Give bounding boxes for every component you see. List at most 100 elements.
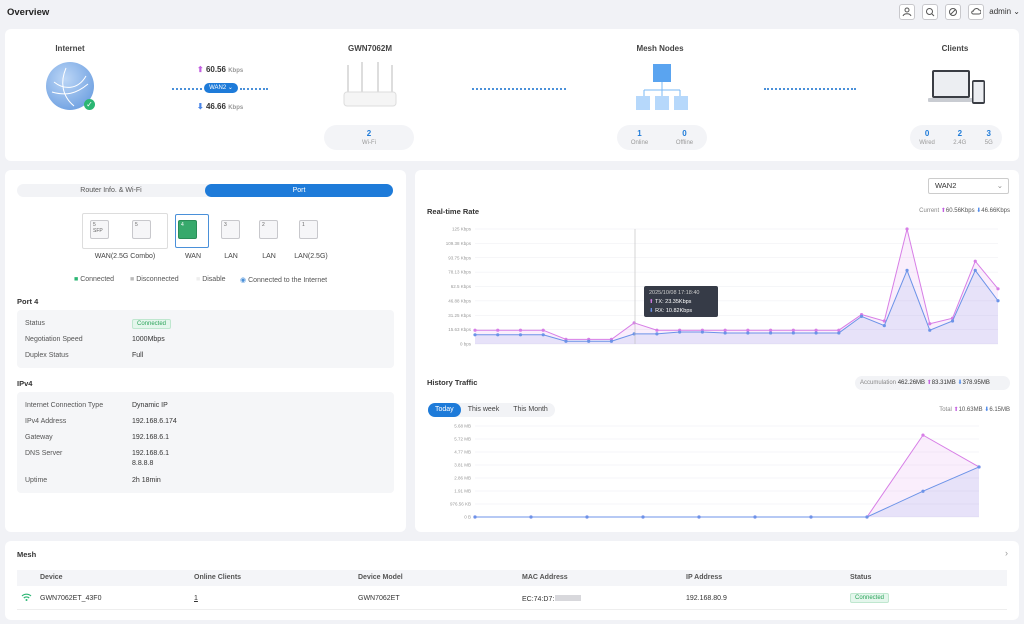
rt-tooltip: 2025/10/08 17:18:40 ⬆ TX: 23.35Kbps ⬇ RX… [644,286,718,317]
tooltip-rx-icon: ⬇ [649,308,654,314]
rt-point-tx [791,328,795,332]
internet-label: Internet [55,44,85,53]
tab-router-info[interactable]: Router Info. & Wi-Fi [17,184,205,197]
gateway-value: 192.168.6.1 [132,434,169,441]
rt-point-rx [609,339,614,343]
chevron-down-icon: ⌄ [996,181,1003,190]
row-status: Connected [850,593,890,603]
stat-5g[interactable]: 3 5G [985,129,993,146]
rt-point-tx [541,328,545,332]
period-week[interactable]: This week [461,403,507,417]
legend-internet: ◉ Connected to the Internet [240,276,327,284]
offline-count: 0 [682,129,687,138]
download-rate: ⬇ 46.66 Kbps [197,102,243,111]
hist-ytick: 2.86 MB [454,476,471,481]
port-5-sfp[interactable]: 5 SFP [90,220,109,239]
hist-point-download [529,515,533,519]
wan-select-value: WAN2 [209,85,227,91]
col-ip: IP Address [686,574,723,581]
row-clients[interactable]: 1 [194,595,198,602]
port-3-id: 3 [224,222,227,228]
legend-disable-label: Disable [202,276,226,283]
stat-wifi[interactable]: 2 Wi-Fi [362,129,376,146]
port-label-lan-2: LAN [262,253,276,260]
stat-wired[interactable]: 0 Wired [919,129,935,146]
rt-point-rx [678,330,682,334]
cloud-icon[interactable] [968,4,984,20]
row-mac-text: EC:74:D7: [522,596,555,603]
uptime-key: Uptime [25,477,48,484]
rt-point-tx [746,328,750,332]
router-stats: 2 Wi-Fi [324,125,414,150]
router-icon [340,60,400,110]
period-month[interactable]: This Month [506,403,555,417]
rt-point-rx [518,333,523,337]
port-5[interactable]: 5 [132,220,151,239]
rt-point-tx [928,322,932,326]
wan-dropdown-value: WAN2 [935,181,957,190]
col-device: Device [40,574,63,581]
rt-point-rx [996,299,1000,303]
block-icon[interactable] [945,4,961,20]
ipv4-address-value: 192.168.6.174 [132,418,177,425]
sfp-label: SFP [93,228,103,234]
tooltip-time: 2025/10/08 17:18:40 [649,290,700,296]
port-4-frame [175,214,209,248]
add-user-icon[interactable] [899,4,915,20]
hist-point-download [641,515,645,519]
tab-port[interactable]: Port [205,184,393,197]
port-1[interactable]: 1 [299,220,318,239]
internet-dot-icon: ◉ [240,277,247,284]
search-device-icon[interactable] [922,4,938,20]
link-dots-1 [172,88,202,90]
rt-ytick: 62.5 Kbps [451,284,472,289]
wifi-icon [21,592,32,604]
accumulation-box: Accumulation 462.26MB ⬆83.31MB ⬇378.95MB [855,376,1010,390]
row-mac: EC:74:D7: [522,595,582,603]
status-badge: Connected [132,319,172,329]
port-details: Status Connected Negotiation Speed 1000M… [17,310,394,368]
rt-point-rx [882,324,886,328]
wan-dropdown[interactable]: WAN2 ⌄ [928,178,1009,194]
realtime-title: Real-time Rate [427,207,480,216]
col-status: Status [850,574,872,581]
mesh-nodes-label: Mesh Nodes [636,44,684,53]
stat-offline[interactable]: 0 Offline [676,129,693,146]
realtime-current: Current ⬆60.56Kbps ⬇46.66Kbps [919,207,1010,214]
accum-total: 462.26MB [897,380,926,386]
tooltip-rx: ⬇ RX: 10.82Kbps [649,307,713,316]
stat-24g[interactable]: 2 2.4G [953,129,966,146]
gateway-key: Gateway [25,434,53,441]
legend-connected-label: Connected [80,276,115,283]
wan-select[interactable]: WAN2 ⌄ [204,83,238,93]
dns-key: DNS Server [25,450,63,457]
tooltip-tx-text: TX: 23.35Kbps [655,299,692,305]
current-label: Current [919,208,940,214]
history-chart: 5.68 MB 5.72 MB 4.77 MB 3.81 MB 2.86 MB 1.91 … [450,424,981,520]
stat-online[interactable]: 1 Online [631,129,648,146]
user-menu[interactable]: admin ⌄ [989,7,1020,16]
port-label-lan-3: LAN [224,253,238,260]
rt-point-tx [518,328,523,332]
conn-type-value: Dynamic IP [132,402,168,409]
conn-type-key: Internet Connection Type [25,402,104,409]
status-value: Connected [132,319,172,329]
rt-point-rx [859,314,864,318]
top-bar: Overview [0,0,1024,25]
rt-point-rx [928,328,932,332]
rt-point-rx [473,333,477,337]
hist-point-download [809,515,813,519]
mesh-nodes-icon [632,62,692,112]
ipv4-address-key: IPv4 Address [25,418,67,425]
status-key: Status [25,320,45,327]
period-today[interactable]: Today [428,403,461,417]
hist-ytick: 5.72 MB [454,437,471,442]
rt-point-rx [950,319,955,323]
chevron-right-icon[interactable]: › [1005,548,1008,558]
down-unit: Kbps [228,105,244,111]
port-2[interactable]: 2 [259,220,278,239]
speed-value: 1000Mbps [132,336,165,343]
port-3[interactable]: 3 [221,220,240,239]
dns-value-1: 192.168.6.1 [132,450,169,457]
online-label: Online [630,140,649,146]
